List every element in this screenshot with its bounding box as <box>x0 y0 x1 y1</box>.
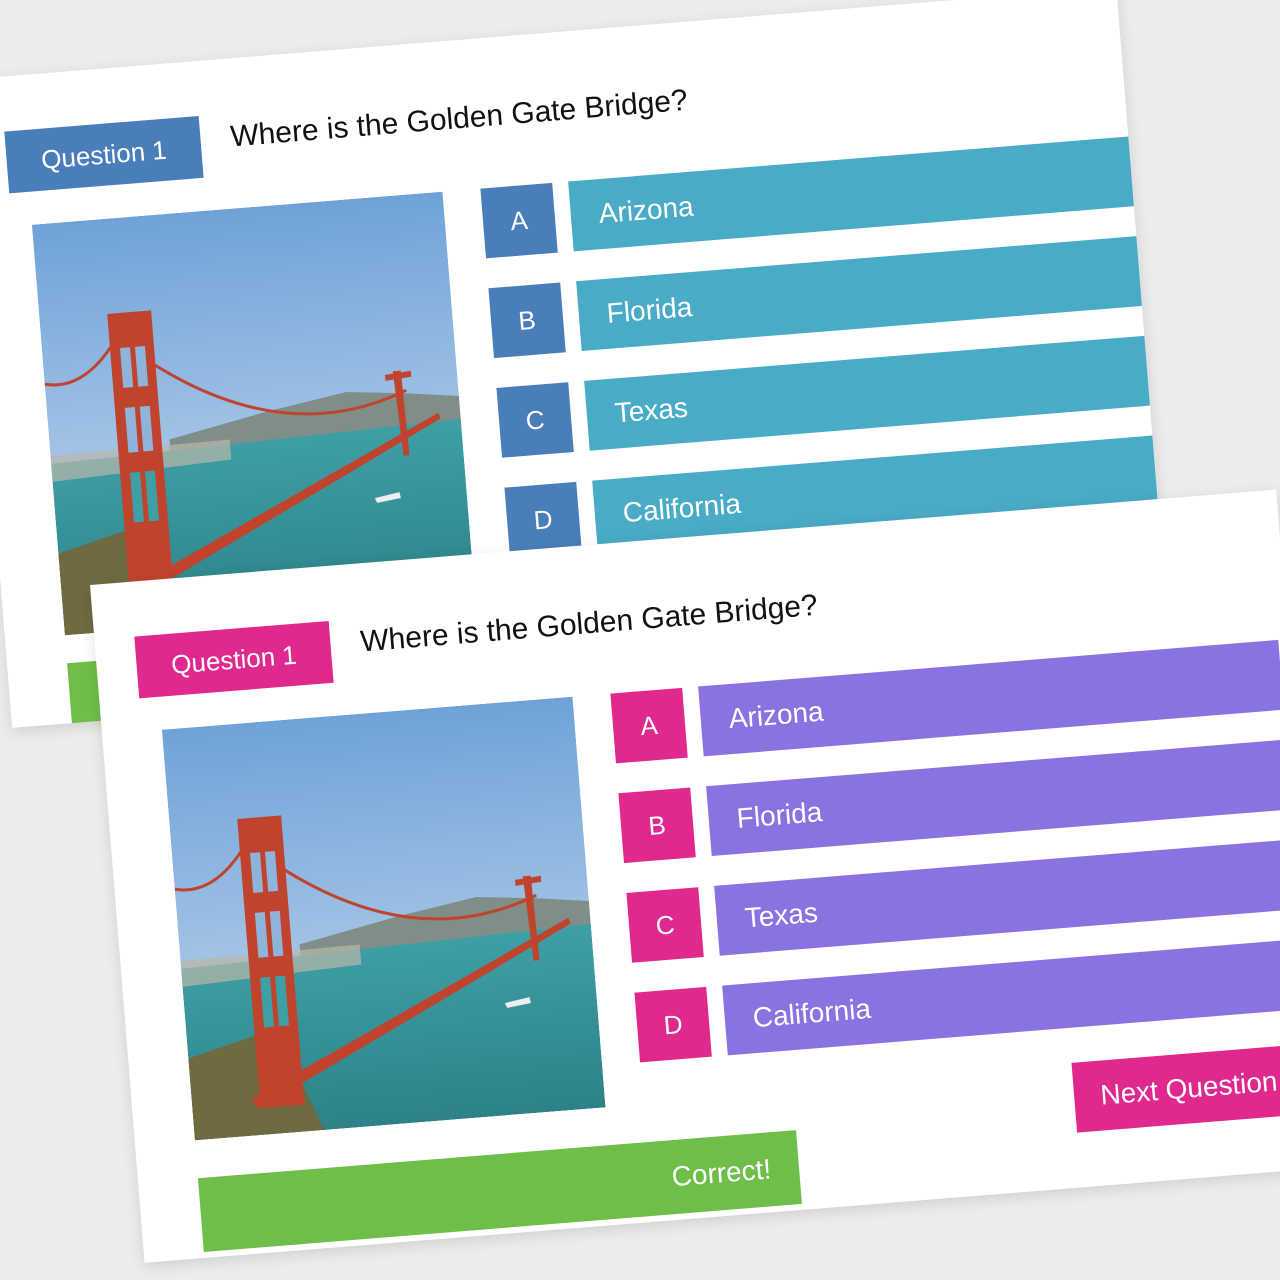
answer-row-b[interactable]: B Florida <box>618 739 1280 864</box>
answer-row-c[interactable]: C Texas <box>496 334 1169 458</box>
answer-option[interactable]: Florida <box>576 234 1162 352</box>
answer-row-c[interactable]: C Texas <box>626 839 1280 963</box>
answer-letter: A <box>610 687 688 764</box>
question-badge: Question 1 <box>4 115 204 194</box>
answer-letter: C <box>496 382 574 458</box>
answer-option[interactable]: Texas <box>714 839 1280 956</box>
answer-row-b[interactable]: B Florida <box>488 234 1162 359</box>
answer-letter: B <box>488 282 566 359</box>
answer-letter: D <box>634 986 712 1063</box>
answer-letter: A <box>480 182 558 259</box>
next-question-button[interactable]: Next Question <box>1071 1044 1280 1133</box>
question-badge: Question 1 <box>134 620 334 699</box>
answer-row-a[interactable]: A Arizona <box>610 639 1280 764</box>
answer-option[interactable]: Florida <box>706 739 1280 857</box>
quiz-slide-front: Question 1 Where is the Golden Gate Brid… <box>90 489 1280 1263</box>
question-text: Where is the Golden Gate Bridge? <box>229 83 689 154</box>
answer-option[interactable]: Texas <box>584 334 1169 451</box>
answer-option[interactable]: Arizona <box>568 134 1154 252</box>
answer-letter: C <box>626 887 704 963</box>
answer-option[interactable]: California <box>722 938 1280 1056</box>
answer-option[interactable]: Arizona <box>698 639 1280 757</box>
feedback-bar: Correct! <box>197 1130 802 1253</box>
question-text: Where is the Golden Gate Bridge? <box>359 588 819 659</box>
golden-gate-bridge-photo <box>161 696 606 1141</box>
answer-row-d[interactable]: D California <box>634 938 1280 1063</box>
answer-row-a[interactable]: A Arizona <box>480 134 1154 259</box>
answer-letter: B <box>618 787 696 864</box>
